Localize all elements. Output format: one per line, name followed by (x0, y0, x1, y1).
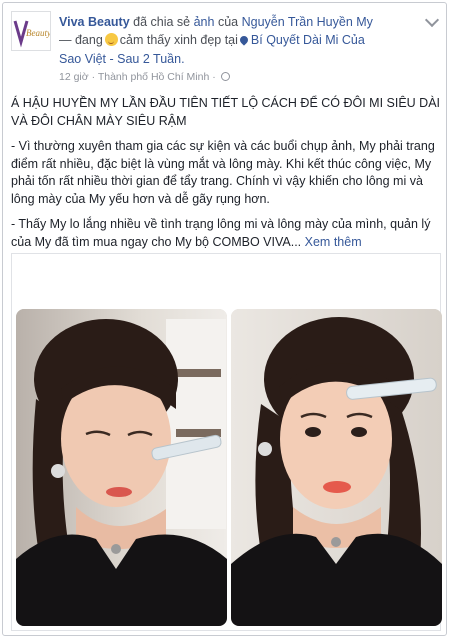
post-time[interactable]: 12 giờ (59, 71, 89, 83)
feeling-text: cảm thấy xinh đẹp tại (119, 33, 238, 47)
post-meta: 12 giờ · Thành phố Hồ Chí Minh · (59, 71, 230, 83)
location-link-cont[interactable]: Sao Việt - Sau 2 Tuần. (59, 52, 185, 66)
svg-text:Beauty: Beauty (26, 28, 51, 38)
post-place[interactable]: Thành phố Hồ Chí Minh (98, 71, 209, 83)
feeling-prefix: — đang (59, 33, 103, 47)
post-headline: Á HẬU HUYỀN MY LẦN ĐẦU TIÊN TIẾT LỘ CÁCH… (11, 96, 441, 128)
post-paragraph-2-text: - Thấy My lo lắng nhiều về tình trạng lô… (11, 217, 431, 249)
post-author-line: Viva Beauty đã chia sẻ ảnh của Nguyễn Tr… (59, 14, 399, 30)
globe-icon (220, 72, 230, 81)
meta-separator-2: · (212, 71, 216, 83)
photo-left[interactable] (16, 309, 227, 626)
post-photo-frame[interactable] (11, 253, 442, 631)
viva-beauty-logo: Beauty (12, 12, 51, 50)
map-pin-icon (238, 34, 250, 46)
author-link[interactable]: Viva Beauty (59, 15, 130, 29)
post-paragraph-2: - Thấy My lo lắng nhiều về tình trạng lô… (11, 216, 441, 251)
see-more-link[interactable]: Xem thêm (305, 235, 362, 249)
chevron-down-icon[interactable] (424, 12, 440, 28)
facebook-post: Beauty Viva Beauty đã chia sẻ ảnh của Ng… (2, 2, 447, 636)
shared-text: đã chia sẻ (133, 15, 191, 29)
shared-object-link[interactable]: ảnh (194, 15, 215, 29)
of-text: của (217, 15, 239, 29)
portrait-photo-right (231, 309, 442, 626)
location-link[interactable]: Bí Quyết Dài Mi Của (251, 33, 365, 47)
post-location-line: Sao Việt - Sau 2 Tuần. (59, 51, 399, 67)
post-paragraph-1: - Vì thường xuyên tham gia các sự kiện v… (11, 139, 435, 206)
post-header: Beauty Viva Beauty đã chia sẻ ảnh của Ng… (11, 11, 441, 83)
photo-right[interactable] (231, 309, 442, 626)
meta-separator: · (91, 71, 96, 83)
original-author-link[interactable]: Nguyễn Trần Huyền My (242, 15, 373, 29)
smiling-face-icon (104, 33, 118, 46)
portrait-photo-left (16, 309, 227, 626)
page-avatar[interactable]: Beauty (11, 11, 51, 51)
post-body: Á HẬU HUYỀN MY LẦN ĐẦU TIÊN TIẾT LỘ CÁCH… (11, 95, 441, 259)
post-feeling-line: — đang cảm thấy xinh đẹp tại Bí Quyết Dài … (59, 32, 399, 48)
